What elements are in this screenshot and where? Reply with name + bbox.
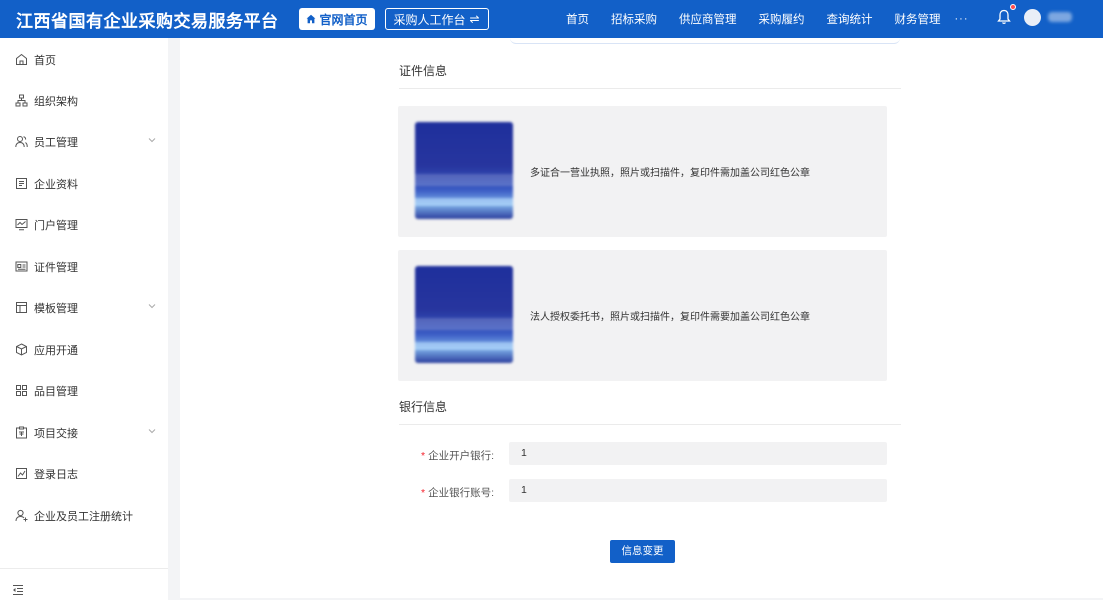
notification-dot [1010, 4, 1016, 10]
sidebar: 首页 组织架构 员工管理 企业资料 门户管理 证件管理 模板管理 应用开通 品目… [0, 38, 168, 600]
switch-arrows-icon: ⇌ [469, 12, 480, 26]
chevron-down-icon [148, 304, 156, 309]
document-thumbnail[interactable] [415, 266, 513, 363]
sidebar-divider [0, 568, 168, 569]
bank-account-field[interactable]: 1 [509, 479, 887, 502]
sidebar-item-label: 企业及员工注册统计 [34, 510, 133, 523]
change-info-button[interactable]: 信息变更 [610, 540, 675, 563]
more-menu-button[interactable]: ··· [955, 13, 969, 25]
nav-item-suppliers[interactable]: 供应商管理 [679, 11, 737, 27]
avatar[interactable] [1024, 9, 1041, 26]
nav-item-fulfillment[interactable]: 采购履约 [759, 11, 805, 27]
sidebar-item-certificates[interactable]: 证件管理 [0, 246, 168, 287]
bank-name-field[interactable]: 1 [509, 442, 887, 465]
sidebar-item-login-log[interactable]: 登录日志 [0, 453, 168, 494]
sidebar-item-label: 品目管理 [34, 385, 78, 398]
nav-item-finance[interactable]: 财务管理 [895, 11, 941, 27]
sidebar-item-label: 模板管理 [34, 302, 78, 315]
main-nav: 首页 招标采购 供应商管理 采购履约 查询统计 财务管理 ··· [566, 0, 969, 38]
nav-item-home[interactable]: 首页 [566, 11, 589, 27]
workspace-switch-button[interactable]: 采购人工作台 ⇌ [384, 8, 489, 30]
sidebar-item-label: 组织架构 [34, 95, 78, 108]
grid-icon [16, 385, 27, 396]
sidebar-item-label: 登录日志 [34, 468, 78, 481]
chevron-down-icon [148, 138, 156, 143]
top-navigation-bar: 江西省国有企业采购交易服务平台 官网首页 采购人工作台 ⇌ 首页 招标采购 供应… [0, 0, 1103, 38]
chevron-down-icon [148, 429, 156, 434]
document-description: 多证合一营业执照，照片或扫描件，复印件需加盖公司红色公章 [530, 168, 810, 179]
sidebar-item-label: 门户管理 [34, 219, 78, 232]
certificates-section-title: 证件信息 [399, 64, 448, 78]
sidebar-item-label: 证件管理 [34, 261, 78, 274]
document-description: 法人授权委托书，照片或扫描件，复印件需要加盖公司红色公章 [530, 312, 810, 323]
clipboard-icon [16, 426, 27, 439]
sidebar-item-app-activation[interactable]: 应用开通 [0, 329, 168, 370]
id-card-icon [15, 261, 28, 272]
template-icon [16, 302, 27, 313]
bank-name-label: * 企业开户银行: [420, 450, 494, 462]
document-thumbnail[interactable] [415, 122, 513, 219]
user-name[interactable] [1048, 12, 1072, 22]
chart-icon [16, 468, 27, 479]
cube-icon [16, 343, 27, 356]
nav-item-bidding[interactable]: 招标采购 [611, 11, 657, 27]
official-home-label: 官网首页 [319, 12, 368, 27]
app-title: 江西省国有企业采购交易服务平台 [16, 11, 279, 31]
bank-section-title: 银行信息 [399, 400, 448, 414]
bell-icon[interactable] [997, 9, 1011, 25]
section-divider [399, 88, 901, 89]
sidebar-item-registration-stats[interactable]: 企业及员工注册统计 [0, 495, 168, 536]
monitor-icon [15, 219, 28, 231]
menu-collapse-icon[interactable] [12, 584, 24, 596]
sidebar-item-label: 首页 [34, 54, 56, 67]
nav-item-statistics[interactable]: 查询统计 [827, 11, 873, 27]
sidebar-item-templates[interactable]: 模板管理 [0, 287, 168, 328]
required-mark: * [420, 487, 426, 499]
sidebar-item-label: 企业资料 [34, 178, 78, 191]
document-card: 多证合一营业执照，照片或扫描件，复印件需加盖公司红色公章 [398, 106, 887, 237]
document-card: 法人授权委托书，照片或扫描件，复印件需要加盖公司红色公章 [398, 250, 887, 381]
bank-account-label: * 企业银行账号: [420, 487, 494, 499]
org-chart-icon [15, 94, 28, 107]
sidebar-item-org[interactable]: 组织架构 [0, 80, 168, 121]
sidebar-item-portal[interactable]: 门户管理 [0, 204, 168, 245]
sidebar-item-company-profile[interactable]: 企业资料 [0, 163, 168, 204]
required-mark: * [420, 450, 426, 462]
users-icon [15, 136, 28, 148]
home-icon [306, 14, 315, 24]
document-icon [16, 178, 27, 189]
sidebar-item-project-handover[interactable]: 项目交接 [0, 412, 168, 453]
sidebar-item-label: 员工管理 [34, 136, 78, 149]
sidebar-item-home[interactable]: 首页 [0, 39, 168, 80]
official-home-button[interactable]: 官网首页 [298, 8, 375, 30]
sidebar-item-categories[interactable]: 品目管理 [0, 370, 168, 411]
sidebar-item-label: 应用开通 [34, 344, 78, 357]
user-plus-icon [15, 509, 28, 522]
section-divider [399, 424, 901, 425]
main-content: 证件信息 多证合一营业执照，照片或扫描件，复印件需加盖公司红色公章 法人授权委托… [180, 38, 1103, 598]
sidebar-item-label: 项目交接 [34, 427, 78, 440]
previous-field-edge [510, 38, 900, 44]
home-outline-icon [16, 53, 27, 65]
workspace-switch-label: 采购人工作台 [393, 12, 466, 27]
sidebar-item-staff[interactable]: 员工管理 [0, 121, 168, 162]
